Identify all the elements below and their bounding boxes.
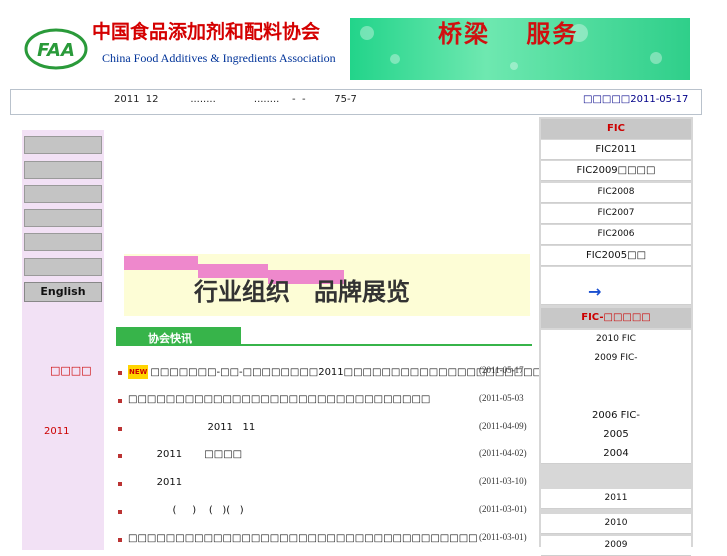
news-title[interactable]: 2011 11 xyxy=(128,421,255,435)
banner-slogan: 桥梁 服务 xyxy=(438,19,579,48)
english-button[interactable]: English xyxy=(24,282,102,302)
left-link-red[interactable]: □□□□ xyxy=(50,364,92,377)
news-date: (2011-05-03 xyxy=(479,393,524,403)
news-item[interactable]: □□□□□□□□□□□□□□□□□□□□□□□□□□□□□□□□□□□□□ (2… xyxy=(116,532,536,550)
news-item[interactable]: 2011 □□□□ (2011-04-02) xyxy=(116,448,536,466)
news-title[interactable]: □□□□□□□□□□□□□□□□□□□□□□□□□□□□□□□□ xyxy=(128,393,430,407)
year-link[interactable]: 2009 xyxy=(541,536,691,556)
fic-section-header: FIC xyxy=(541,119,691,139)
new-badge: NEW xyxy=(128,365,149,379)
news-item[interactable]: □□□□□□□□□□□□□□□□□□□□□□□□□□□□□□□□ (2011-0… xyxy=(116,393,536,411)
arrow-right-icon[interactable]: → xyxy=(588,282,601,301)
fic-link[interactable]: FIC2007 xyxy=(541,204,691,224)
left-nav-button-3[interactable] xyxy=(24,185,102,203)
notice-marquee[interactable]: 2011 12 ........ ........ - - 75-7 xyxy=(114,94,357,105)
news-item[interactable]: NEW □□□□□□□-□□-□□□□□□□□2011□□□□□□□□□□□□□□… xyxy=(116,365,627,383)
fic-sub-link[interactable]: 2004 xyxy=(541,444,691,464)
left-nav-button-6[interactable] xyxy=(24,258,102,276)
more-link-box[interactable] xyxy=(541,267,691,305)
news-date: (2011-03-01) xyxy=(479,532,527,542)
fic-link[interactable]: FIC2005□□ xyxy=(541,246,691,266)
news-title[interactable]: 2011 □□□□ xyxy=(128,448,243,462)
left-nav-button-5[interactable] xyxy=(24,233,102,251)
fic-sub-section-header: FIC-□□□□□ xyxy=(541,308,691,328)
faa-logo[interactable]: FAA xyxy=(24,27,88,71)
fic-link[interactable]: FIC2008 xyxy=(541,183,691,203)
news-title[interactable]: ( ) ( )( ) xyxy=(128,504,244,518)
bullet-icon xyxy=(118,538,122,542)
news-date: (2011-03-01) xyxy=(479,504,527,514)
notice-date: □□□□□2011-05-17 xyxy=(583,94,689,105)
news-date: (2011-05-17 xyxy=(479,365,524,375)
news-date: (2011-03-10) xyxy=(479,476,527,486)
bullet-icon xyxy=(118,482,122,486)
left-nav-button-4[interactable] xyxy=(24,209,102,227)
bullet-icon xyxy=(118,399,122,403)
fic-sub-link[interactable]: 2006 FIC- xyxy=(541,406,691,426)
bullet-icon xyxy=(118,371,122,375)
news-item[interactable]: 2011 11 (2011-04-09) xyxy=(116,421,536,439)
fic-sub-link[interactable]: 2010 FIC xyxy=(541,330,691,350)
news-title[interactable]: □□□□□□□□□□□□□□□□□□□□□□□□□□□□□□□□□□□□□ xyxy=(128,532,478,546)
news-item[interactable]: 2011 (2011-03-10) xyxy=(116,476,536,494)
fic-sub-link[interactable] xyxy=(541,387,691,407)
fic-link[interactable]: FIC2006 xyxy=(541,225,691,245)
bullet-icon xyxy=(118,427,122,431)
fic-link[interactable]: FIC2009□□□□ xyxy=(541,161,691,181)
left-nav-button-2[interactable] xyxy=(24,161,102,179)
bullet-icon xyxy=(118,510,122,514)
year-link[interactable]: 2011 xyxy=(541,489,691,509)
fic-sub-link[interactable]: 2009 FIC- xyxy=(541,349,691,369)
news-title[interactable]: 2011 xyxy=(128,476,182,490)
left-link-year[interactable]: 2011 xyxy=(44,426,69,437)
news-item[interactable]: ( ) ( )( ) (2011-03-01) xyxy=(116,504,536,522)
year-link[interactable]: 2010 xyxy=(541,514,691,534)
svg-text:FAA: FAA xyxy=(37,40,75,61)
news-date: (2011-04-02) xyxy=(479,448,527,458)
exhibition-banner-text: 行业组织 品牌展览 xyxy=(194,277,410,306)
left-nav-button-1[interactable] xyxy=(24,136,102,154)
fic-sub-link[interactable]: 2005 xyxy=(541,425,691,445)
site-title-en: China Food Additives & Ingredients Assoc… xyxy=(102,51,336,65)
bullet-icon xyxy=(118,454,122,458)
fic-sub-link[interactable] xyxy=(541,368,691,388)
news-section-title: 协会快讯 xyxy=(148,332,192,345)
news-date: (2011-04-09) xyxy=(479,421,527,431)
site-title-cn: 中国食品添加剂和配料协会 xyxy=(92,21,321,43)
fic-link[interactable]: FIC2011 xyxy=(541,140,691,160)
